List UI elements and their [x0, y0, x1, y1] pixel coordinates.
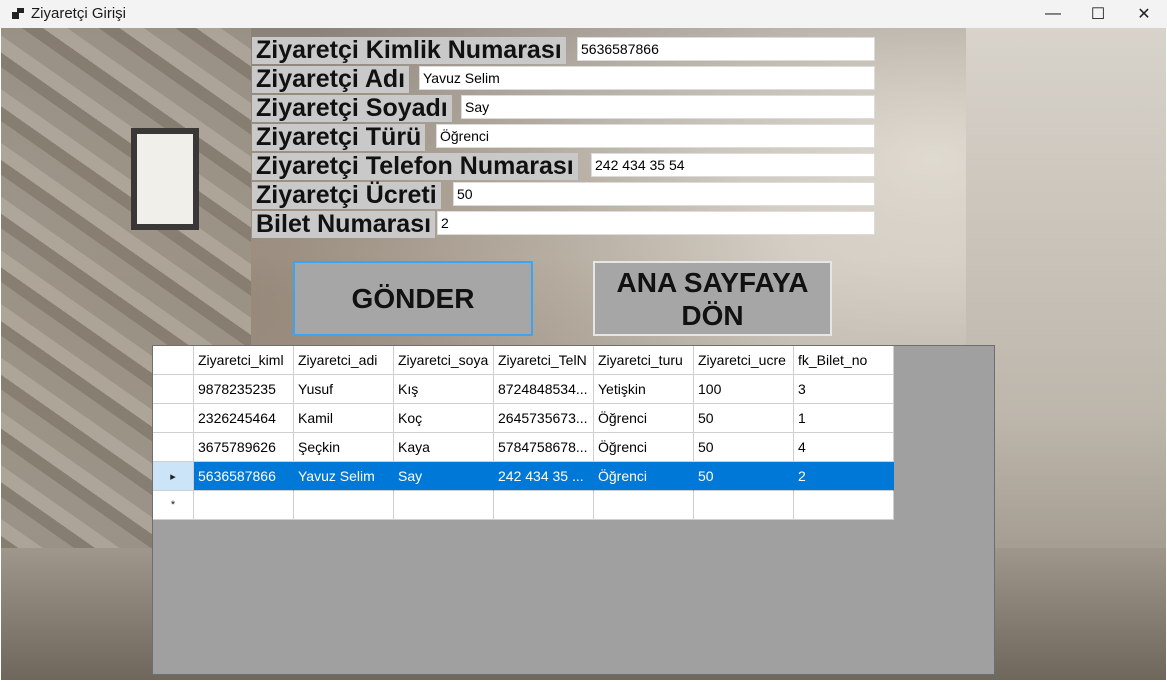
new-row-asterisk-icon[interactable]: * [153, 491, 194, 520]
table-cell-empty[interactable] [594, 491, 694, 520]
table-cell[interactable]: 2 [794, 462, 894, 491]
input-soyadi[interactable]: Say [461, 95, 875, 119]
table-cell[interactable]: Say [394, 462, 494, 491]
table-cell[interactable]: 8724848534... [494, 375, 594, 404]
row-header[interactable] [153, 375, 194, 404]
new-row[interactable]: * [153, 491, 894, 520]
maximize-button[interactable]: ☐ [1075, 0, 1121, 28]
table-cell[interactable]: Koç [394, 404, 494, 433]
table-cell[interactable]: Kış [394, 375, 494, 404]
table-cell[interactable]: 5784758678... [494, 433, 594, 462]
ana-sayfaya-don-button[interactable]: ANA SAYFAYA DÖN [593, 261, 832, 336]
label-soyadi: Ziyaretçi Soyadı [252, 95, 452, 122]
gonder-button[interactable]: GÖNDER [293, 261, 533, 336]
grid-corner-header[interactable] [153, 346, 194, 375]
close-button[interactable]: ✕ [1121, 0, 1167, 28]
column-header[interactable]: Ziyaretci_kiml [194, 346, 294, 375]
table-cell[interactable]: 2326245464 [194, 404, 294, 433]
input-ucret[interactable]: 50 [453, 182, 875, 206]
label-telefon: Ziyaretçi Telefon Numarası [252, 153, 578, 180]
table-cell[interactable]: 3675789626 [194, 433, 294, 462]
table-cell[interactable]: 242 434 35 ... [494, 462, 594, 491]
table-cell[interactable]: 5636587866 [194, 462, 294, 491]
table-cell[interactable]: Öğrenci [594, 433, 694, 462]
label-bilet: Bilet Numarası [252, 211, 436, 238]
input-adi[interactable]: Yavuz Selim [419, 66, 875, 90]
table-cell[interactable]: 2645735673... [494, 404, 594, 433]
table-cell[interactable]: 4 [794, 433, 894, 462]
table-cell[interactable]: Öğrenci [594, 462, 694, 491]
table-row[interactable]: 9878235235 Yusuf Kış 8724848534... Yetiş… [153, 375, 894, 404]
column-header[interactable]: Ziyaretci_turu [594, 346, 694, 375]
table-cell-empty[interactable] [794, 491, 894, 520]
table-cell[interactable]: Yetişkin [594, 375, 694, 404]
label-adi: Ziyaretçi Adı [252, 66, 410, 93]
window-title: Ziyaretçi Girişi [31, 5, 127, 22]
minimize-button[interactable]: — [1030, 0, 1076, 28]
input-kimlik[interactable]: 5636587866 [577, 37, 875, 61]
visitors-data-grid[interactable]: Ziyaretci_kiml Ziyaretci_adi Ziyaretci_s… [152, 345, 995, 675]
table-cell-empty[interactable] [494, 491, 594, 520]
column-header[interactable]: Ziyaretci_adi [294, 346, 394, 375]
current-row-arrow-icon[interactable]: ▸ [153, 462, 194, 491]
table-cell[interactable]: 50 [694, 433, 794, 462]
table-cell[interactable]: 50 [694, 404, 794, 433]
table-row[interactable]: 2326245464 Kamil Koç 2645735673... Öğren… [153, 404, 894, 433]
table-cell-empty[interactable] [294, 491, 394, 520]
table-cell[interactable]: 1 [794, 404, 894, 433]
title-bar: Ziyaretçi Girişi — ☐ ✕ [0, 0, 1167, 28]
table-cell[interactable]: Kamil [294, 404, 394, 433]
table-cell[interactable]: Yusuf [294, 375, 394, 404]
row-header[interactable] [153, 404, 194, 433]
table-cell[interactable]: 3 [794, 375, 894, 404]
column-header[interactable]: Ziyaretci_ucre [694, 346, 794, 375]
table-cell-empty[interactable] [694, 491, 794, 520]
table-cell-empty[interactable] [194, 491, 294, 520]
input-bilet[interactable]: 2 [437, 211, 875, 235]
input-telefon[interactable]: 242 434 35 54 [591, 153, 875, 177]
table-cell[interactable]: 9878235235 [194, 375, 294, 404]
app-window-icon [12, 8, 24, 20]
input-turu[interactable]: Öğrenci [436, 124, 875, 148]
table-cell-empty[interactable] [394, 491, 494, 520]
table-row-selected[interactable]: ▸ 5636587866 Yavuz Selim Say 242 434 35 … [153, 462, 894, 491]
label-kimlik: Ziyaretçi Kimlik Numarası [252, 37, 566, 64]
row-header[interactable] [153, 433, 194, 462]
grid-header-row: Ziyaretci_kiml Ziyaretci_adi Ziyaretci_s… [153, 346, 894, 375]
background-framed-picture [131, 128, 199, 230]
column-header[interactable]: fk_Bilet_no [794, 346, 894, 375]
column-header[interactable]: Ziyaretci_soya [394, 346, 494, 375]
label-turu: Ziyaretçi Türü [252, 124, 426, 151]
table-cell[interactable]: 50 [694, 462, 794, 491]
table-cell[interactable]: Kaya [394, 433, 494, 462]
column-header[interactable]: Ziyaretci_TelN [494, 346, 594, 375]
table-cell[interactable]: 100 [694, 375, 794, 404]
label-ucret: Ziyaretçi Ücreti [252, 182, 441, 209]
table-cell[interactable]: Şeçkin [294, 433, 394, 462]
table-row[interactable]: 3675789626 Şeçkin Kaya 5784758678... Öğr… [153, 433, 894, 462]
table-cell[interactable]: Yavuz Selim [294, 462, 394, 491]
table-cell[interactable]: Öğrenci [594, 404, 694, 433]
